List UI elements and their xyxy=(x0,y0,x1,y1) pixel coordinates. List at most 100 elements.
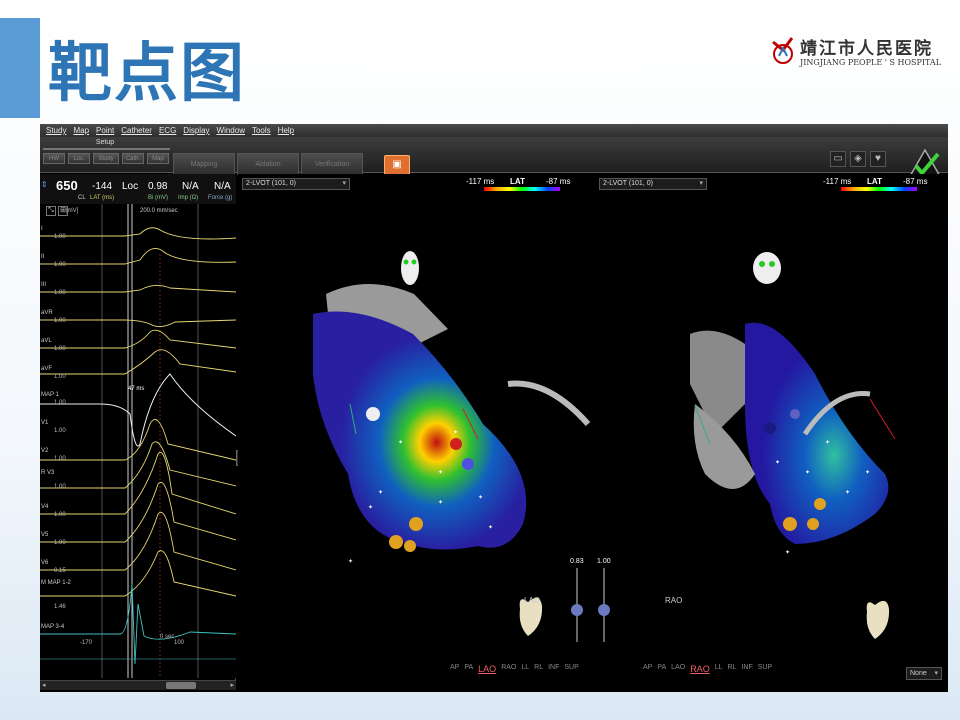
view-preset[interactable]: SUP xyxy=(564,664,578,674)
loc-value: Loc xyxy=(122,181,139,192)
heart-settings-icon[interactable]: ♥ xyxy=(870,151,886,167)
view-preset[interactable]: LL xyxy=(521,664,529,674)
lead-label: V1 xyxy=(41,420,49,426)
force-value: N/A xyxy=(214,181,231,192)
mapping-button[interactable]: Mapping xyxy=(173,153,235,175)
view-preset[interactable]: AP xyxy=(450,664,459,674)
monitor-icon[interactable]: ▭ xyxy=(830,151,846,167)
transparency-slider-thumb[interactable] xyxy=(571,604,583,616)
lead-label: M MAP 1-2 xyxy=(41,580,71,586)
hospital-logo: 靖江市人民医院 JINGJIANG PEOPLE ' S HOSPITAL xyxy=(770,34,950,74)
svg-text:✦: ✦ xyxy=(398,439,403,446)
view-preset[interactable]: LAO xyxy=(671,664,685,674)
lat-label: LAT (ms) xyxy=(90,195,115,201)
view-presets-rao: AP PA LAO RAO LL RL INF SUP xyxy=(643,664,772,674)
hospital-emblem-icon xyxy=(772,37,794,64)
verification-button[interactable]: Verification xyxy=(301,153,363,175)
lead-scale: 1.00 xyxy=(54,290,66,296)
menu-ecg[interactable]: ECG xyxy=(159,126,176,135)
svg-text:✦: ✦ xyxy=(488,524,493,531)
spin-icon[interactable]: ⇕ xyxy=(41,180,48,189)
overlay-select-dropdown[interactable]: None ▾ xyxy=(906,667,942,680)
cycle-length-label: CL xyxy=(78,195,86,201)
setup-hw-button[interactable]: HW xyxy=(43,153,65,164)
ecg-header: ⇕ 650 CL -144 LAT (ms) Loc 0.98 Bi (mV) … xyxy=(40,174,236,204)
menu-catheter[interactable]: Catheter xyxy=(121,126,152,135)
lead-label: aVF xyxy=(41,366,53,372)
calipers-icon[interactable]: ⊞ xyxy=(58,206,68,216)
overlay-select-value: None xyxy=(910,670,927,677)
svg-text:✦: ✦ xyxy=(438,499,443,506)
map-view-lao[interactable]: 2-LVOT (101, 0) -117 ms LAT -87 ms xyxy=(238,174,593,684)
rao-3d-map: ✦ ✦ ✦ ✦ ✦ ✦ xyxy=(690,252,896,639)
lead-label: II xyxy=(41,254,45,260)
map-view-rao[interactable]: 2-LVOT (101, 0) -117 ms LAT -87 ms xyxy=(595,174,948,684)
lead-scale: 1.46 xyxy=(54,604,66,610)
view-preset[interactable]: LL xyxy=(715,664,723,674)
lead-scale: 1.00 xyxy=(54,262,66,268)
menu-help[interactable]: Help xyxy=(278,126,294,135)
lead-scale: 1.00 xyxy=(54,428,66,434)
scroll-left-icon[interactable]: ◂ xyxy=(42,681,46,689)
svg-text:✦: ✦ xyxy=(775,459,780,466)
lead-label: III xyxy=(41,282,47,288)
menu-bar: Study Map Point Catheter ECG Display Win… xyxy=(40,124,948,137)
menu-window[interactable]: Window xyxy=(217,126,245,135)
snapshot-button[interactable]: ▣ xyxy=(384,155,410,175)
zoom-icon[interactable]: ⤡ xyxy=(46,206,56,216)
view-preset[interactable]: RAO xyxy=(501,664,516,674)
view-preset[interactable]: RL xyxy=(534,664,543,674)
setup-cath-button[interactable]: Cath. xyxy=(122,153,144,164)
menu-point[interactable]: Point xyxy=(96,126,114,135)
setup-study-button[interactable]: Study xyxy=(93,153,119,164)
lao-3d-map: ✦ ✦ ✦ ✦ ✦ ✦ ✦ ✦ ✦ xyxy=(313,251,591,636)
view-preset-selected[interactable]: RAO xyxy=(690,664,710,674)
layers-icon[interactable]: ◈ xyxy=(850,151,866,167)
setup-loc-button[interactable]: Loc. xyxy=(68,153,90,164)
view-preset[interactable]: SUP xyxy=(758,664,772,674)
setup-map-button[interactable]: Map xyxy=(147,153,169,164)
toolbar: Setup HW Loc. Study Cath. Map Mapping Ab… xyxy=(40,137,948,179)
svg-text:✦: ✦ xyxy=(825,439,830,446)
view-preset[interactable]: PA xyxy=(657,664,666,674)
view-preset[interactable]: RL xyxy=(728,664,737,674)
force-label: Force (g) xyxy=(208,195,233,201)
menu-map[interactable]: Map xyxy=(73,126,89,135)
lead-label: MAP 1 xyxy=(41,392,59,398)
ecg-scrollbar[interactable]: ◂ ▸ xyxy=(40,680,236,690)
transparency-value: 1.00 xyxy=(597,558,611,565)
view-presets-lao: AP PA LAO RAO LL RL INF SUP xyxy=(450,664,579,674)
chevron-down-icon: ▾ xyxy=(934,670,938,677)
sweep-speed: 200.0 mm/sec xyxy=(140,208,178,214)
view-preset[interactable]: PA xyxy=(464,664,473,674)
scroll-right-icon[interactable]: ▸ xyxy=(230,681,234,689)
lead-scale: 1.00 xyxy=(54,234,66,240)
svg-text:✦: ✦ xyxy=(865,469,870,476)
lead-label: aVR xyxy=(41,310,53,316)
time-right: 100 xyxy=(174,640,185,646)
svg-text:✦: ✦ xyxy=(478,494,483,501)
view-preset[interactable]: AP xyxy=(643,664,652,674)
lead-scale: 0.15 xyxy=(54,568,66,574)
svg-text:✦: ✦ xyxy=(453,429,458,436)
menu-tools[interactable]: Tools xyxy=(252,126,271,135)
ecg-traces xyxy=(40,204,236,678)
lead-scale: 1.00 xyxy=(54,374,66,380)
slide-accent-bar xyxy=(0,18,40,118)
svg-text:✦: ✦ xyxy=(348,558,353,565)
cycle-length-value: 650 xyxy=(56,178,78,193)
ecg-scroll-thumb[interactable] xyxy=(166,682,196,689)
transparency-slider-thumb[interactable] xyxy=(598,604,610,616)
setup-divider xyxy=(43,148,170,150)
view-preset-selected[interactable]: LAO xyxy=(478,664,496,674)
view-preset[interactable]: INF xyxy=(548,664,559,674)
bipolar-label: Bi (mV) xyxy=(148,195,168,201)
menu-study[interactable]: Study xyxy=(46,126,66,135)
lead-scale: 1.00 xyxy=(54,512,66,518)
svg-text:✦: ✦ xyxy=(785,549,790,556)
menu-display[interactable]: Display xyxy=(183,126,209,135)
ablation-button[interactable]: Ablation xyxy=(237,153,299,175)
hospital-name-cn: 靖江市人民医院 xyxy=(800,39,933,59)
lead-scale: 1.00 xyxy=(54,400,66,406)
view-preset[interactable]: INF xyxy=(741,664,752,674)
